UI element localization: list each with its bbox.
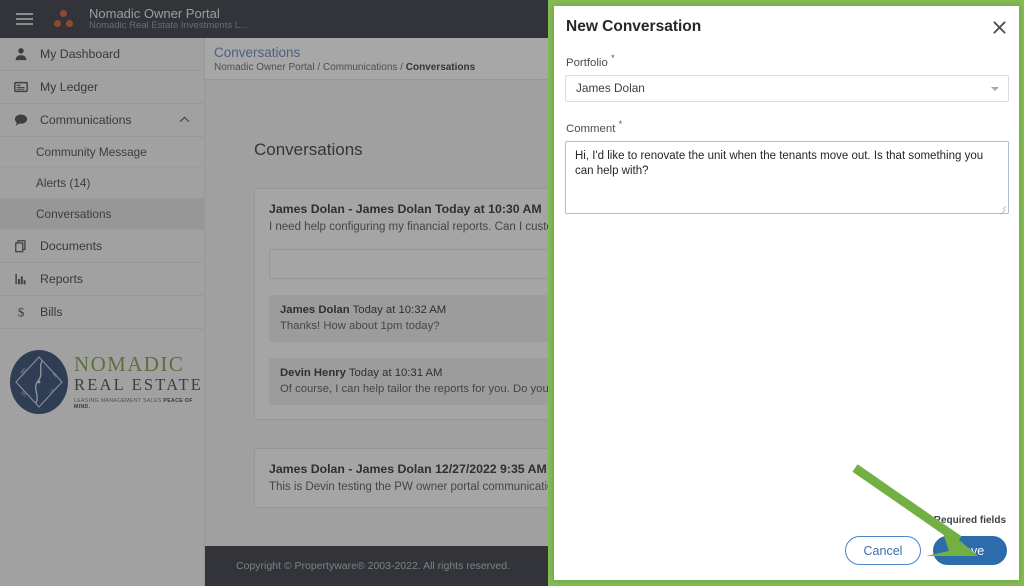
comment-textarea[interactable]: Hi, I'd like to renovate the unit when t… (565, 141, 1009, 214)
portfolio-label: Portfolio * (554, 53, 1019, 69)
comment-label: Comment * (554, 119, 1019, 135)
dialog-button-row: Cancel Save (845, 536, 1007, 565)
save-button[interactable]: Save (933, 536, 1007, 565)
portfolio-select[interactable]: James Dolan (565, 75, 1009, 102)
dialog-title: New Conversation (554, 6, 1019, 36)
textarea-resize-handle[interactable] (998, 203, 1006, 211)
portfolio-label-text: Portfolio (566, 57, 608, 69)
new-conversation-dialog-highlight: New Conversation Portfolio * James Dolan… (548, 0, 1024, 586)
portfolio-selected-value: James Dolan (576, 81, 645, 95)
required-marker: * (619, 119, 623, 130)
required-fields-note: * Required fields (927, 515, 1006, 526)
new-conversation-dialog: New Conversation Portfolio * James Dolan… (554, 6, 1019, 580)
close-x-icon[interactable] (989, 17, 1009, 37)
required-marker: * (611, 53, 615, 64)
screen-root: Nomadic Owner Portal Nomadic Real Estate… (0, 0, 1024, 586)
comment-label-text: Comment (566, 123, 615, 135)
cancel-button[interactable]: Cancel (845, 536, 921, 565)
comment-textarea-value: Hi, I'd like to renovate the unit when t… (566, 142, 1008, 180)
chevron-down-icon (991, 87, 999, 91)
